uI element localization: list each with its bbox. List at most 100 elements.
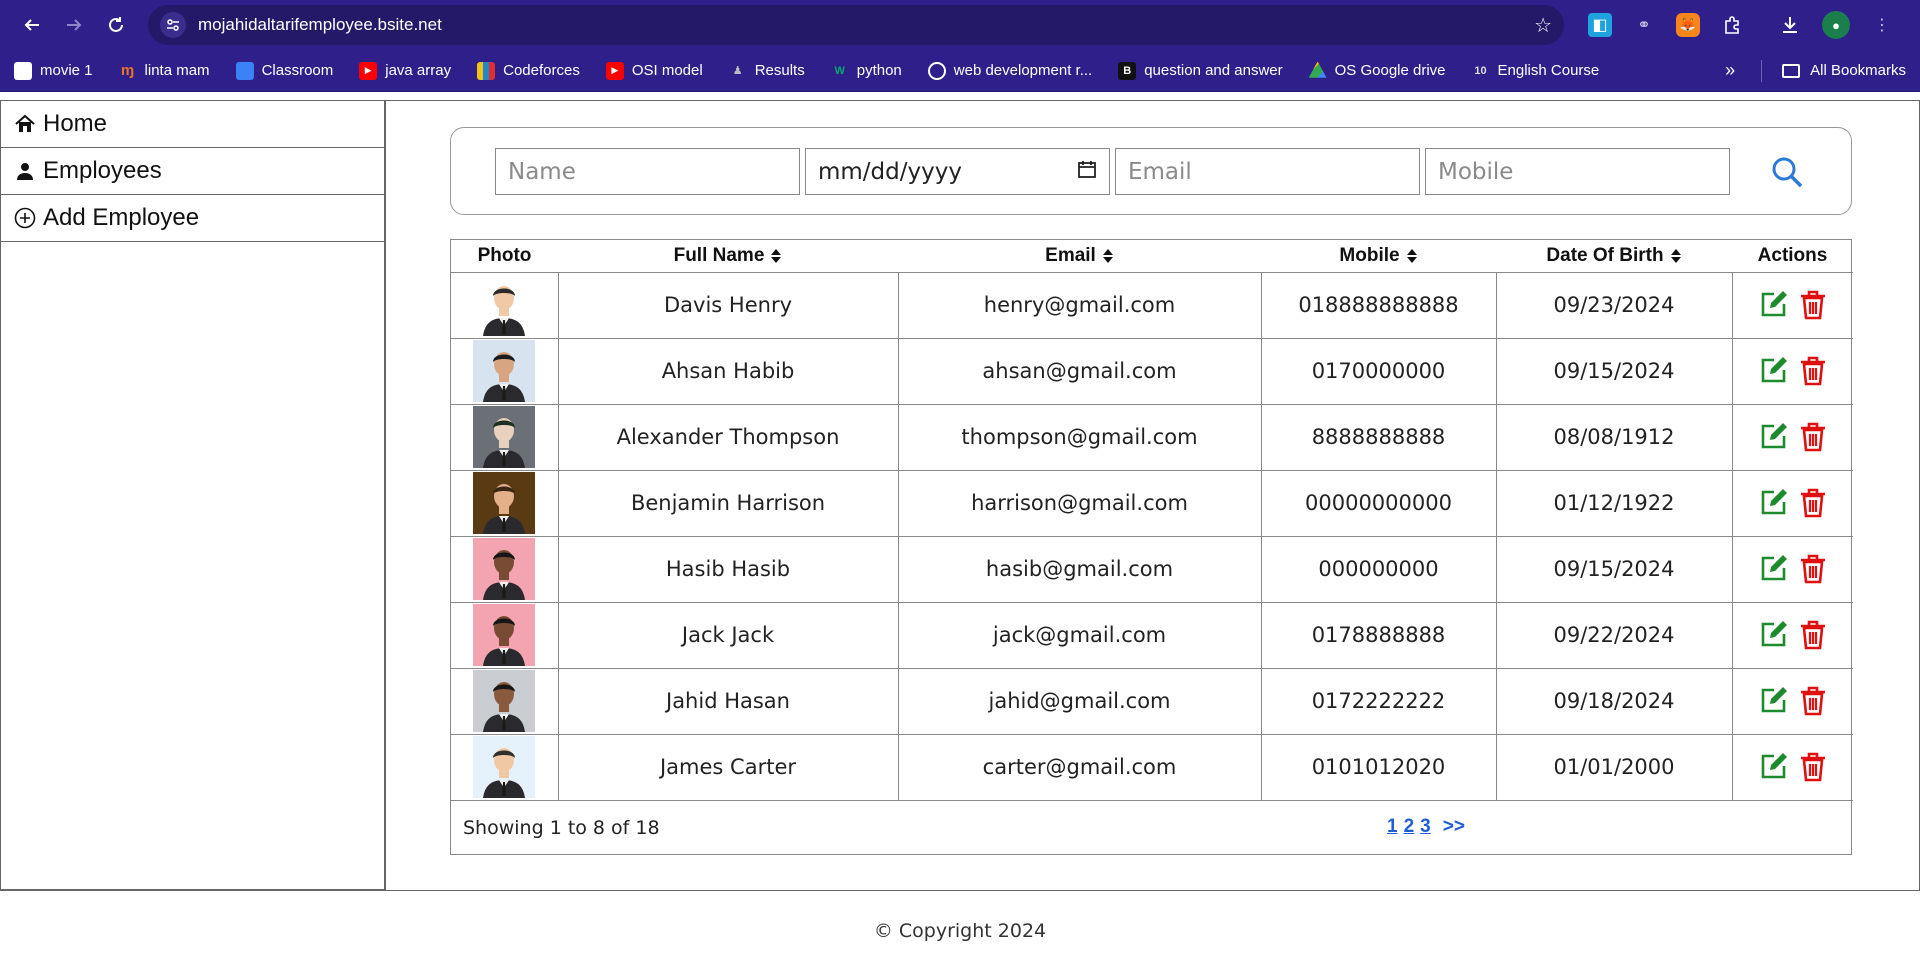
showing-text: Showing 1 to 8 of 18: [463, 817, 660, 839]
profile-avatar[interactable]: ●: [1822, 11, 1850, 39]
bookmark-label: python: [856, 62, 902, 79]
download-icon[interactable]: [1778, 13, 1802, 37]
trash-icon: [1800, 620, 1825, 650]
edit-button[interactable]: [1757, 355, 1789, 387]
mobile-search-input[interactable]: [1425, 148, 1730, 195]
delete-button[interactable]: [1797, 289, 1829, 321]
bookmark-item[interactable]: ▶ OSI model: [605, 61, 703, 80]
page: Home Employees Add Employee mm/dd/yyyy: [0, 100, 1920, 971]
extensions-area: ◧ ⚭ 🦊 ● ⋮: [1588, 11, 1894, 39]
delete-button[interactable]: [1797, 487, 1829, 519]
sidebar-item-home[interactable]: Home: [1, 101, 384, 148]
header-email[interactable]: Email: [898, 240, 1261, 273]
page-link-2[interactable]: 2: [1404, 816, 1415, 838]
actions-cell: [1732, 734, 1853, 801]
bookmark-item[interactable]: ɱ linta mam: [119, 62, 210, 80]
table-row: Ahsan Habib ahsan@gmail.com 0170000000 09/1…: [451, 338, 1853, 405]
bookmark-item[interactable]: ▶ java array: [359, 61, 451, 80]
edit-icon: [1761, 753, 1787, 779]
sort-icon[interactable]: [1102, 248, 1114, 264]
sort-icon[interactable]: [1406, 248, 1418, 264]
more-bookmarks-button[interactable]: »: [1725, 60, 1735, 81]
drive-icon: [1308, 61, 1327, 78]
edit-button[interactable]: [1757, 619, 1789, 651]
sort-icon[interactable]: [1670, 248, 1682, 264]
bookmark-item[interactable]: movie 1: [14, 61, 93, 80]
extension-icon[interactable]: ◧: [1588, 13, 1612, 37]
delete-button[interactable]: [1797, 421, 1829, 453]
delete-button[interactable]: [1797, 685, 1829, 717]
reload-button[interactable]: [98, 7, 134, 43]
back-button[interactable]: [14, 7, 50, 43]
table-footer: Showing 1 to 8 of 18 1 2 3 >>: [451, 802, 1851, 854]
metamask-icon[interactable]: 🦊: [1676, 13, 1700, 37]
bookmark-item[interactable]: Classroom: [235, 61, 333, 80]
address-bar[interactable]: mojahidaltarifemployee.bsite.net ☆: [148, 5, 1564, 45]
trash-icon: [1800, 488, 1825, 518]
bookmark-item[interactable]: Wpython: [831, 62, 902, 80]
actions-cell: [1732, 272, 1853, 339]
full-name-cell: Benjamin Harrison: [558, 470, 899, 537]
edit-button[interactable]: [1757, 289, 1789, 321]
bookmark-label: Codeforces: [503, 62, 580, 79]
delete-button[interactable]: [1797, 355, 1829, 387]
delete-button[interactable]: [1797, 619, 1829, 651]
forward-button[interactable]: [56, 7, 92, 43]
header-full-name[interactable]: Full Name: [558, 240, 898, 273]
bookmark-item[interactable]: ♟ Results: [729, 62, 805, 80]
bookmark-label: movie 1: [40, 62, 93, 79]
delete-button[interactable]: [1797, 751, 1829, 783]
email-cell: jahid@gmail.com: [898, 668, 1262, 735]
photo-cell: [451, 470, 559, 537]
row-actions: [1733, 487, 1854, 519]
employee-avatar: [473, 538, 536, 600]
edit-button[interactable]: [1757, 421, 1789, 453]
full-name-cell: Alexander Thompson: [558, 404, 899, 471]
bookmark-item[interactable]: Bquestion and answer: [1118, 61, 1283, 80]
sidebar: Home Employees Add Employee: [0, 100, 386, 890]
next-page-link[interactable]: >>: [1443, 816, 1465, 838]
search-icon: [1772, 157, 1803, 188]
bookmark-item[interactable]: OS Google drive: [1308, 61, 1446, 80]
page-link-1[interactable]: 1: [1387, 816, 1398, 838]
site-settings-icon[interactable]: [160, 12, 186, 38]
calendar-icon[interactable]: [1077, 159, 1097, 185]
menu-dots-icon[interactable]: ⋮: [1870, 13, 1894, 37]
bookmark-item[interactable]: 10 English Course: [1472, 62, 1599, 80]
bookmark-item[interactable]: Codeforces: [477, 61, 580, 80]
mobile-cell: 000000000: [1261, 536, 1497, 603]
dob-date-input[interactable]: mm/dd/yyyy: [805, 148, 1110, 195]
edit-icon: [1761, 291, 1787, 317]
url-text[interactable]: mojahidaltarifemployee.bsite.net: [198, 15, 1534, 35]
header-label: Full Name: [673, 244, 765, 266]
edit-icon: [1761, 555, 1787, 581]
blank-page-icon: [14, 61, 32, 80]
link-extension-icon[interactable]: ⚭: [1632, 13, 1656, 37]
edit-icon: [1761, 423, 1787, 449]
actions-cell: [1732, 470, 1854, 537]
sidebar-item-employees[interactable]: Employees: [1, 148, 384, 195]
delete-button[interactable]: [1797, 553, 1829, 585]
bookmark-label: Results: [754, 62, 805, 79]
email-search-input[interactable]: [1115, 148, 1420, 195]
header-dob[interactable]: Date Of Birth: [1496, 240, 1732, 273]
classroom-icon: [235, 61, 254, 80]
trash-icon: [1800, 752, 1825, 782]
all-bookmarks-link[interactable]: All Bookmarks: [1810, 62, 1906, 79]
bookmark-star-icon[interactable]: ☆: [1534, 13, 1552, 38]
header-mobile[interactable]: Mobile: [1261, 240, 1496, 273]
edit-button[interactable]: [1757, 553, 1789, 585]
search-button[interactable]: [1767, 152, 1807, 192]
sidebar-item-add-employee[interactable]: Add Employee: [1, 195, 384, 242]
edit-button[interactable]: [1757, 685, 1789, 717]
edit-button[interactable]: [1757, 487, 1789, 519]
name-search-input[interactable]: [495, 148, 800, 195]
sort-icon[interactable]: [770, 248, 782, 264]
page-link-3[interactable]: 3: [1420, 816, 1431, 838]
mobile-cell: 018888888888: [1261, 272, 1497, 339]
mobile-cell: 00000000000: [1261, 470, 1497, 537]
bookmark-item[interactable]: web development r...: [927, 61, 1092, 80]
puzzle-icon[interactable]: [1720, 13, 1744, 37]
bookmark-label: linta mam: [144, 62, 210, 79]
edit-button[interactable]: [1757, 751, 1789, 783]
